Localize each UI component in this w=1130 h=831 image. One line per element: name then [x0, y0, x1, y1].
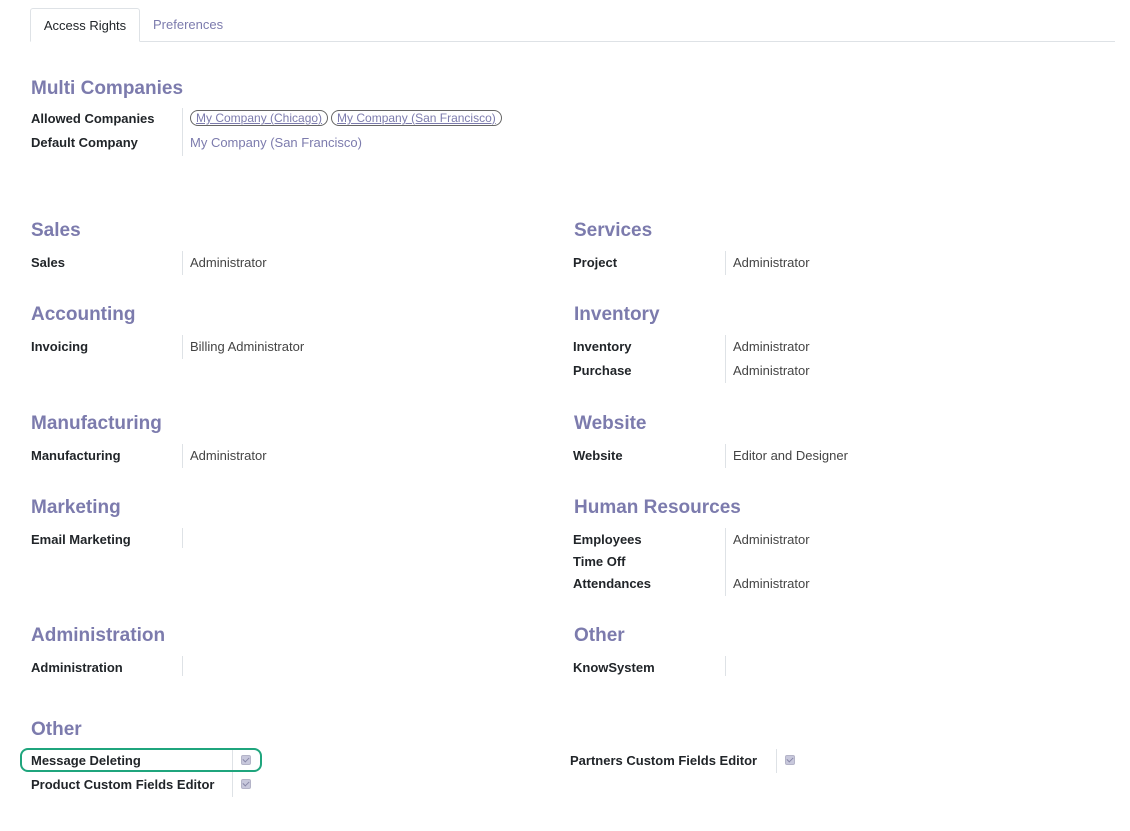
highlight-outline [20, 748, 262, 772]
allowed-companies-label: Allowed Companies [31, 110, 155, 126]
field-divider [182, 251, 183, 275]
section-title-sales: Sales [31, 220, 81, 241]
default-company-value[interactable]: My Company (San Francisco) [190, 131, 362, 153]
field-divider [725, 444, 726, 468]
field-label-attendances: Attendances [573, 575, 652, 591]
field-label-sales: Sales [31, 254, 65, 270]
field-divider [725, 335, 726, 383]
field-value-email-marketing[interactable] [190, 528, 490, 550]
field-divider [182, 108, 183, 156]
company-tag[interactable]: My Company (Chicago) [190, 110, 329, 126]
field-label-purchase: Purchase [573, 362, 632, 378]
field-label-email-marketing: Email Marketing [31, 531, 131, 547]
field-value-knowsystem[interactable] [733, 656, 1033, 678]
field-value-manufacturing[interactable]: Administrator [190, 448, 267, 463]
section-title-website: Website [574, 413, 647, 434]
allowed-companies-tags: My Company (Chicago) My Company (San Fra… [190, 107, 505, 129]
section-title-administration: Administration [31, 625, 166, 646]
section-title-services: Services [574, 220, 653, 241]
field-label-employees: Employees [573, 531, 642, 547]
field-label-project: Project [573, 254, 618, 270]
section-title-marketing: Marketing [31, 497, 121, 518]
section-title-human-resources: Human Resources [574, 497, 741, 518]
field-divider [725, 656, 726, 676]
field-value-invoicing[interactable]: Billing Administrator [190, 339, 304, 354]
field-label-administration: Administration [31, 659, 123, 675]
field-value-attendances[interactable]: Administrator [733, 576, 810, 591]
field-allowed-companies-label: Allowed Companies [31, 107, 155, 129]
field-label-time-off: Time Off [573, 553, 626, 569]
company-tag[interactable]: My Company (San Francisco) [331, 110, 502, 126]
field-label-website: Website [573, 447, 623, 463]
section-title-accounting: Accounting [31, 304, 136, 325]
section-title-manufacturing: Manufacturing [31, 413, 162, 434]
field-value-sales[interactable]: Administrator [190, 255, 267, 270]
field-label-inventory: Inventory [573, 338, 632, 354]
field-label-partners-custom-fields: Partners Custom Fields Editor [570, 752, 758, 768]
field-default-company: Default Company [31, 131, 138, 153]
field-divider [725, 251, 726, 275]
field-value-inventory[interactable]: Administrator [733, 339, 810, 354]
field-value-purchase[interactable]: Administrator [733, 363, 810, 378]
field-divider [182, 528, 183, 548]
product-custom-fields-checkbox[interactable] [241, 779, 251, 789]
field-divider [182, 656, 183, 676]
section-title-other-bottom: Other [31, 719, 82, 740]
field-value-administration[interactable] [190, 656, 490, 678]
tab-preferences[interactable]: Preferences [141, 8, 235, 42]
default-company-link[interactable]: My Company (San Francisco) [190, 135, 362, 150]
field-label-manufacturing: Manufacturing [31, 447, 121, 463]
field-divider [182, 335, 183, 359]
tab-access-rights[interactable]: Access Rights [30, 8, 140, 42]
field-divider [182, 444, 183, 468]
default-company-label: Default Company [31, 134, 138, 150]
field-label-knowsystem: KnowSystem [573, 659, 655, 675]
field-label-product-custom-fields: Product Custom Fields Editor [31, 776, 215, 792]
field-label-invoicing: Invoicing [31, 338, 89, 354]
field-divider [725, 528, 726, 596]
field-value-project[interactable]: Administrator [733, 255, 810, 270]
notebook-tabs: Access Rights Preferences [30, 8, 1115, 42]
field-value-website[interactable]: Editor and Designer [733, 448, 848, 463]
field-value-employees[interactable]: Administrator [733, 532, 810, 547]
field-value-time-off[interactable] [733, 552, 1033, 570]
section-title-multi-companies: Multi Companies [31, 78, 184, 99]
section-title-inventory: Inventory [574, 304, 660, 325]
section-title-other: Other [574, 625, 625, 646]
field-divider [776, 749, 777, 773]
partners-custom-fields-checkbox[interactable] [785, 755, 795, 765]
